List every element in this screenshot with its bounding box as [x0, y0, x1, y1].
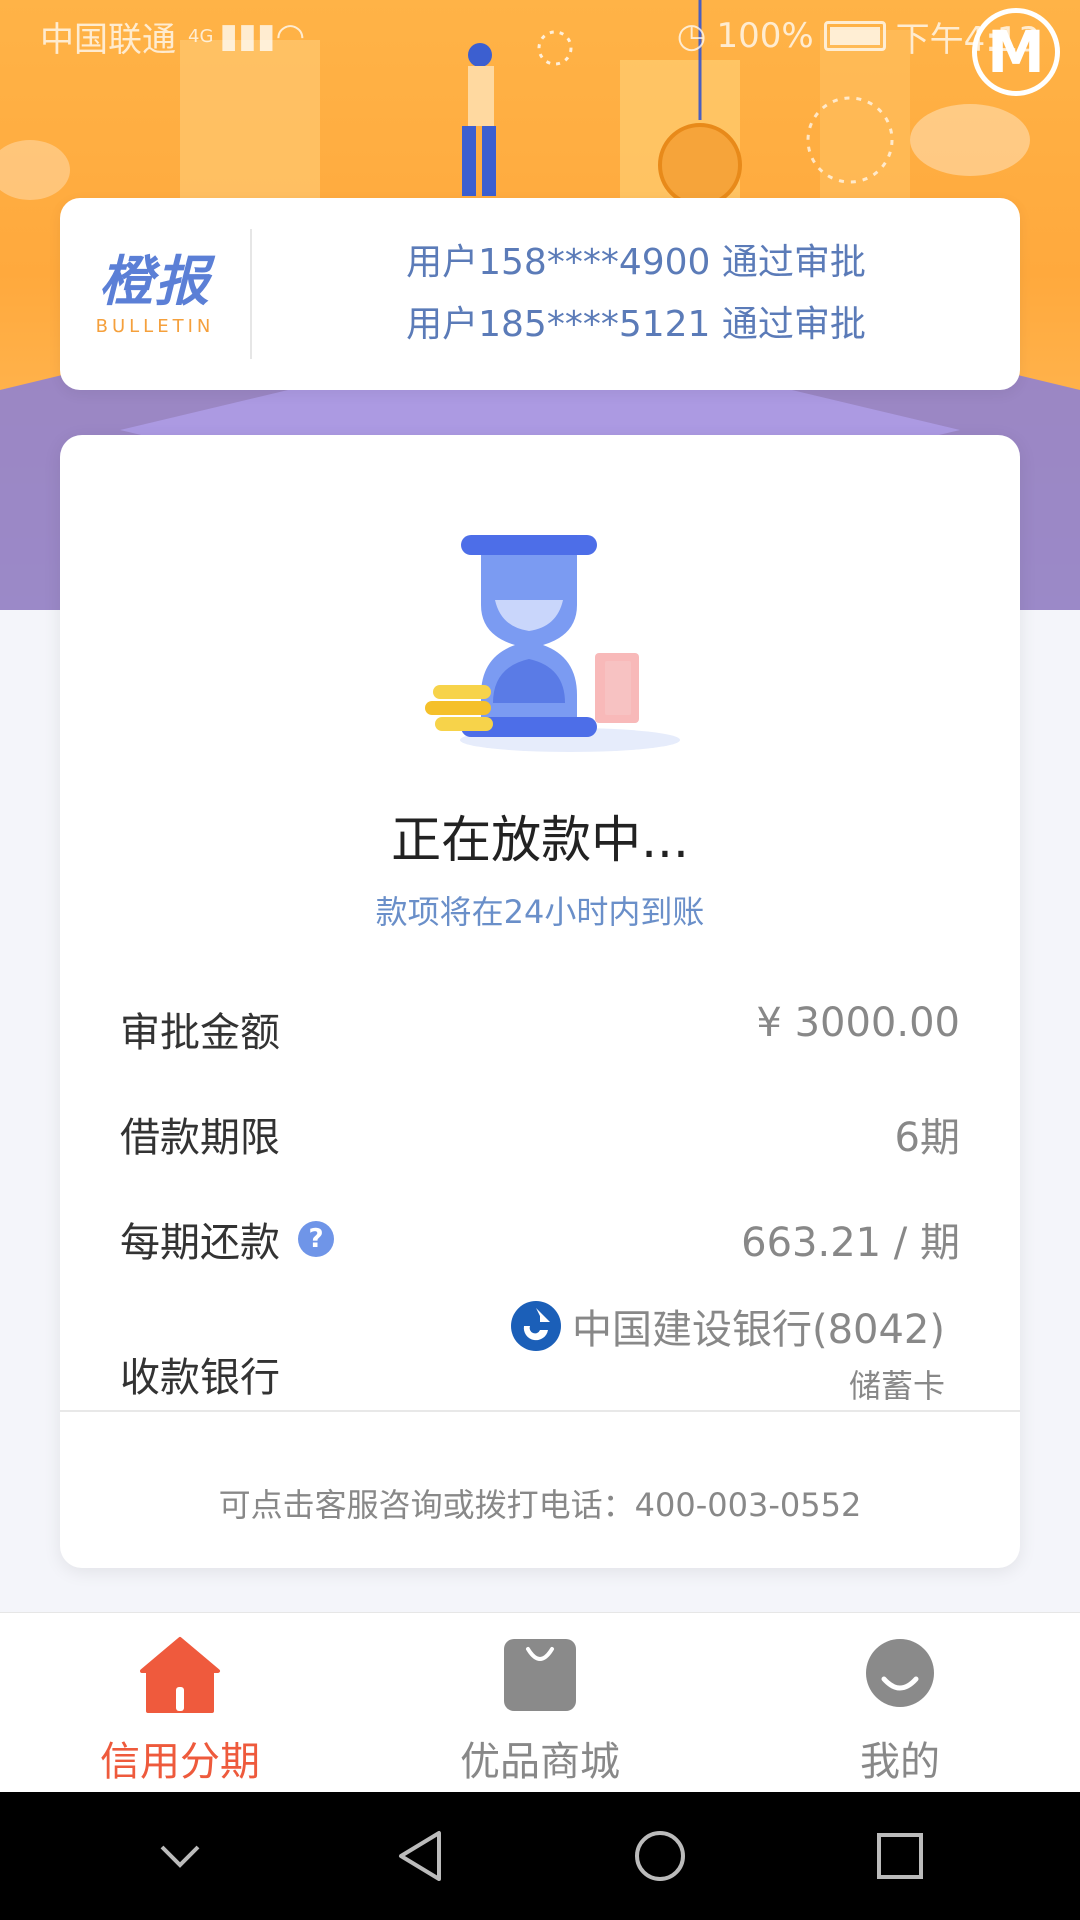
installment-value: 663.21 / 期: [741, 1220, 960, 1266]
bulletin-messages: 用户158****4900 通过审批 用户185****5121 通过审批: [252, 239, 1020, 349]
bulletin-card[interactable]: 橙报 BULLETIN 用户158****4900 通过审批 用户185****…: [60, 198, 1020, 390]
ccb-bank-icon: [510, 1301, 561, 1351]
home-button[interactable]: [615, 1811, 705, 1901]
signal-icon: ▮▮▮: [219, 16, 276, 56]
approved-amount-value: ¥ 3000.00: [756, 1000, 960, 1046]
app-logo-icon[interactable]: M: [972, 8, 1060, 96]
recents-square-icon: [877, 1833, 923, 1879]
home-circle-icon: [635, 1831, 685, 1881]
card-divider: [60, 1410, 1020, 1412]
receiving-bank-row: 收款银行 中国建设银行(8042) 储蓄卡: [120, 1297, 945, 1407]
nav-item-profile[interactable]: 我的: [720, 1613, 1080, 1792]
loan-term-row: 借款期限 6期: [120, 1105, 960, 1163]
approved-amount-label: 审批金额: [120, 1010, 280, 1056]
battery-percent: 100%: [716, 16, 814, 56]
bank-card-type: 储蓄卡: [848, 1367, 945, 1405]
loan-status-title: 正在放款中...: [391, 811, 689, 869]
nav-label: 优品商城: [460, 1739, 620, 1785]
receiving-bank-label: 收款银行: [120, 1355, 280, 1401]
nav-item-mall[interactable]: 优品商城: [360, 1613, 720, 1792]
installment-label-wrap: 每期还款 ?: [120, 1210, 334, 1268]
network-type: 4G: [188, 25, 214, 47]
bulletin-logo: 橙报 BULLETIN: [60, 229, 252, 359]
approved-amount-row: 审批金额 ¥ 3000.00: [120, 1000, 960, 1058]
chevron-down-icon: [160, 1845, 200, 1868]
installment-label: 每期还款: [120, 1220, 280, 1266]
customer-service-hint[interactable]: 可点击客服咨询或拨打电话：400-003-0552: [60, 1480, 1020, 1526]
installment-row: 每期还款 ? 663.21 / 期: [120, 1210, 960, 1268]
shopping-bag-icon: [504, 1639, 576, 1711]
bulletin-logo-en: BULLETIN: [95, 315, 215, 337]
battery-icon: [823, 21, 886, 51]
nav-label: 信用分期: [100, 1739, 260, 1785]
home-icon: [140, 1637, 220, 1713]
wifi-icon: ◠: [275, 16, 306, 56]
hourglass-icon: [425, 535, 680, 752]
bank-name-line: 中国建设银行(8042): [510, 1297, 945, 1355]
loan-term-value: 6期: [894, 1115, 960, 1161]
bulletin-message: 用户185****5121 通过审批: [406, 304, 866, 345]
loan-status-subtitle: 款项将在24小时内到账: [375, 893, 705, 931]
carrier-name: 中国联通: [40, 19, 176, 60]
back-button[interactable]: [375, 1811, 465, 1901]
nav-item-credit-installment[interactable]: 信用分期: [0, 1613, 360, 1792]
alarm-icon: ◷: [676, 16, 707, 56]
bulletin-logo-cn: 橙报: [99, 249, 211, 313]
bottom-nav: 信用分期 优品商城 我的: [0, 1612, 1080, 1792]
recents-button[interactable]: [855, 1811, 945, 1901]
back-triangle-icon: [399, 1831, 441, 1881]
nav-collapse-button[interactable]: [135, 1811, 225, 1901]
profile-icon: [866, 1639, 934, 1707]
bank-name: 中国建设银行(8042): [571, 1307, 945, 1353]
loan-status-card: 正在放款中... 款项将在24小时内到账 审批金额 ¥ 3000.00 借款期限…: [60, 435, 1020, 1568]
help-icon[interactable]: ?: [298, 1221, 334, 1257]
loan-term-label: 借款期限: [120, 1115, 280, 1161]
system-nav-bar: [0, 1792, 1080, 1920]
receiving-bank-value: 中国建设银行(8042) 储蓄卡: [510, 1297, 945, 1407]
status-bar: 中国联通 4G ▮▮▮ ◠ ◷ 100% 下午4:13: [0, 0, 1080, 72]
bulletin-message: 用户158****4900 通过审批: [406, 242, 866, 283]
nav-label: 我的: [860, 1739, 940, 1785]
